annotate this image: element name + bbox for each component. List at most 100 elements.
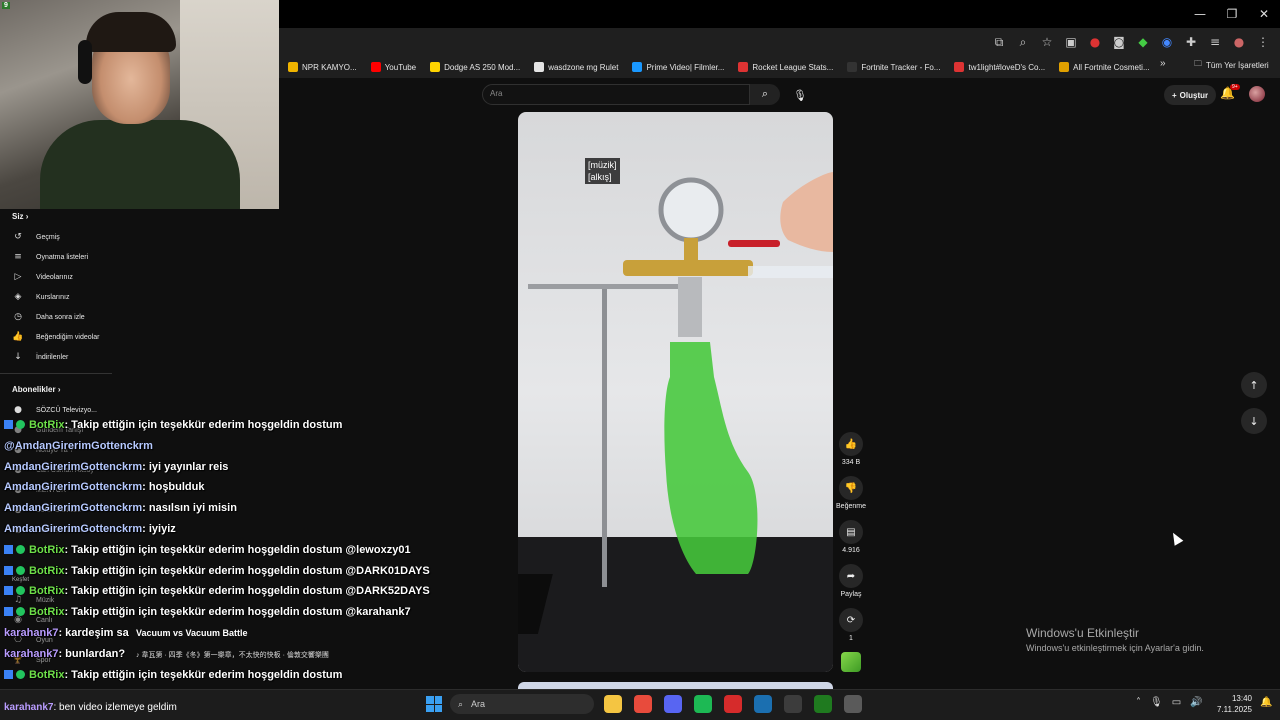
sidebar-subscriptions-heading[interactable]: Abonelikler › <box>12 385 60 394</box>
start-button[interactable] <box>426 696 442 712</box>
hose <box>748 266 833 278</box>
system-tray: ˄ 🎙 ▭ 🔊 <box>1136 697 1203 708</box>
sidebar-item-label: Videolarınız <box>36 273 73 281</box>
search-button[interactable]: ⌕ <box>750 84 780 105</box>
subscription-item[interactable]: ● SÖZCÜ Televizyo... <box>12 405 97 415</box>
chrome-icon[interactable] <box>634 695 652 713</box>
previous-short-button[interactable]: ↑ <box>1241 372 1267 398</box>
video-title[interactable]: Vacuum vs Vacuum Battle <box>136 628 248 638</box>
file-explorer-icon[interactable] <box>604 695 622 713</box>
all-bookmarks-button[interactable]: 🗀 Tüm Yer İşaretleri <box>1194 58 1269 72</box>
sidebar-item[interactable]: ≡ Oynatma listeleri <box>12 252 88 262</box>
chat-message: AmdanGirerimGottenckrm: hoşbulduk <box>4 481 204 493</box>
bookmark-item[interactable]: wasdzone mg Rulet <box>527 62 625 72</box>
extension-1-icon[interactable]: ▣ <box>1062 33 1080 51</box>
next-short-button[interactable]: ↓ <box>1241 408 1267 434</box>
webcam-person-body <box>40 120 240 209</box>
network-icon[interactable]: ▭ <box>1172 697 1181 708</box>
extension-3-icon[interactable]: ◙ <box>1110 33 1128 51</box>
star-icon[interactable]: ☆ <box>1038 33 1056 51</box>
chat-message: BotRix: Takip ettiğin için teşekkür eder… <box>4 669 342 681</box>
discord-icon[interactable] <box>664 695 682 713</box>
chat-text: : iyiyiz <box>142 523 176 535</box>
verified-icon <box>16 565 25 575</box>
maximize-button[interactable]: ❐ <box>1216 0 1248 28</box>
zoom-icon[interactable]: ⌕ <box>1014 33 1032 51</box>
sidebar-item[interactable]: ◷ Daha sonra izle <box>12 312 85 322</box>
bookmark-item[interactable]: tw1light#loveD's Co... <box>947 62 1052 72</box>
bookmark-item[interactable]: All Fortnite Cosmeti... <box>1052 62 1156 72</box>
window-controls: — ❐ ✕ <box>1184 0 1280 28</box>
bookmark-item[interactable]: YouTube <box>364 62 423 72</box>
bookmark-label: Dodge AS 250 Mod... <box>444 62 521 72</box>
bookmark-item[interactable]: NPR KAMYO... <box>281 62 364 72</box>
media-icon[interactable]: ≡ <box>1206 33 1224 51</box>
comments-button[interactable]: ▤ <box>839 520 863 544</box>
extension-2-icon[interactable]: ● <box>1086 33 1104 51</box>
extension-5-icon[interactable]: ◉ <box>1158 33 1176 51</box>
sidebar-you-heading[interactable]: Siz › <box>12 212 28 221</box>
music-credit[interactable]: ♪ 韋瓦第 · 四季《冬》第一樂章，不太快的快板 · 倫敦交響樂團 <box>136 650 329 660</box>
mic-icon[interactable]: 🎙 <box>1150 697 1163 708</box>
sidebar-item-icon: ◈ <box>14 292 22 302</box>
explore-item-label: Müzik <box>36 596 55 604</box>
clock-date: 7.11.2025 <box>1217 705 1252 714</box>
sound-thumbnail[interactable] <box>841 652 861 672</box>
activation-subtitle: Windows'u etkinleştirmek için Ayarlar'a … <box>1026 643 1204 653</box>
voice-search-button[interactable]: 🎙 <box>790 85 810 105</box>
create-button[interactable]: + Oluştur <box>1164 85 1217 105</box>
chat-username: AmdanGirerimGottenckrm <box>4 481 143 494</box>
sidebar-item[interactable]: ◈ Kurslarınız <box>12 292 70 302</box>
like-button[interactable]: 👍 <box>839 432 863 456</box>
bookmark-item[interactable]: Fortnite Tracker - Fo... <box>840 62 947 72</box>
app-red-icon[interactable] <box>724 695 742 713</box>
app-box-icon[interactable] <box>844 695 862 713</box>
notification-badge: 9+ <box>1230 84 1240 90</box>
bookmarks-more-button[interactable]: » <box>1160 58 1166 69</box>
sidebar-item[interactable]: ↓ İndirilenler <box>12 352 68 362</box>
sidebar-item[interactable]: ▷ Videolarınız <box>12 272 73 282</box>
install-icon[interactable]: ⧉ <box>990 33 1008 51</box>
bookmark-label: Fortnite Tracker - Fo... <box>861 62 941 72</box>
steam-icon[interactable] <box>754 695 772 713</box>
taskbar-clock[interactable]: 13:40 7.11.2025 <box>1216 693 1252 715</box>
app-dark-icon[interactable] <box>784 695 802 713</box>
volume-icon[interactable]: 🔊 <box>1190 697 1202 708</box>
chat-username: BotRix <box>29 668 65 681</box>
sidebar-item-icon: ≡ <box>14 252 22 262</box>
bookmark-item[interactable]: Dodge AS 250 Mod... <box>423 62 527 72</box>
bookmark-label: YouTube <box>384 62 417 72</box>
close-button[interactable]: ✕ <box>1248 0 1280 28</box>
minimize-button[interactable]: — <box>1184 0 1216 28</box>
bookmark-label: Prime Video| Filmler... <box>646 62 725 72</box>
short-video-player[interactable] <box>518 112 833 672</box>
pressure-gauge <box>658 177 724 243</box>
dislike-button[interactable]: 👎 <box>839 476 863 500</box>
sidebar-item[interactable]: ↺ Geçmiş <box>12 232 60 242</box>
caption-line-2: [alkış] <box>588 172 612 182</box>
profile-avatar-icon[interactable]: ● <box>1230 33 1248 51</box>
chat-message: BotRix: Takip ettiğin için teşekkür eder… <box>4 585 430 597</box>
bookmark-favicon-icon <box>430 62 441 72</box>
bookmark-item[interactable]: Prime Video| Filmler... <box>625 62 731 72</box>
extension-4-icon[interactable]: ◆ <box>1134 33 1152 51</box>
taskbar-search[interactable]: ⌕ Ara <box>450 694 594 714</box>
share-button[interactable]: ➦ <box>839 564 863 588</box>
search-icon: ⌕ <box>761 88 769 100</box>
extensions-puzzle-icon[interactable]: ✚ <box>1182 33 1200 51</box>
account-avatar[interactable] <box>1249 86 1265 102</box>
bookmark-item[interactable]: Rocket League Stats... <box>731 62 840 72</box>
search-input[interactable] <box>482 84 750 105</box>
arrow-down-icon: ↓ <box>1249 414 1259 428</box>
notifications-icon[interactable]: 🔔 <box>1260 697 1272 708</box>
app-green-icon[interactable] <box>814 695 832 713</box>
chevron-up-icon[interactable]: ˄ <box>1136 697 1141 708</box>
spotify-icon[interactable] <box>694 695 712 713</box>
chat-message: karahank7: bunlardan? <box>4 648 125 660</box>
sidebar-item[interactable]: 👍 Beğendiğim videolar <box>12 332 99 342</box>
remix-button[interactable]: ⟳ <box>839 608 863 632</box>
menu-icon[interactable]: ⋮ <box>1254 33 1272 51</box>
bot-badge-icon <box>4 669 13 679</box>
share-label: Paylaş <box>840 591 862 598</box>
sidebar-subscriptions-label: Abonelikler <box>12 385 56 394</box>
